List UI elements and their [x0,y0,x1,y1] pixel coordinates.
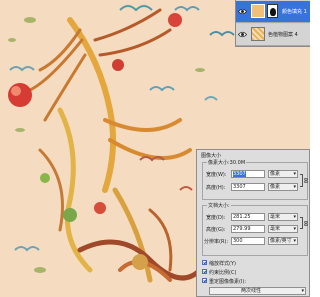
doc-height-input[interactable]: 279.99 [231,225,265,233]
doc-height-unit: 毫米 [270,226,281,232]
layer-label: 色植物图案 4 [268,32,298,38]
image-size-dialog: 图像大小 像素大小:30.0M 宽度(W): 3307 像素 ▾ 高度(H): 3… [196,149,310,297]
pixel-width-input[interactable]: 3307 [231,170,265,178]
chevron-down-icon: ▾ [293,214,296,220]
resolution-input[interactable]: 300 [231,237,265,245]
doc-height-label: 高度(G): [206,227,226,233]
layer-row-pattern[interactable]: 色植物图案 4 [236,24,310,46]
pixel-width-unit-select[interactable]: 像素 ▾ [268,170,298,178]
doc-height-unit-select[interactable]: 毫米 ▾ [268,225,298,233]
doc-width-unit: 毫米 [270,214,281,220]
resample-method-select[interactable]: 两次线性 ▾ [209,287,306,295]
resample-method-value: 两次线性 [241,288,262,294]
doc-width-label: 宽度(D): [206,215,226,221]
layer-label: 颜色填充 1 [282,9,307,15]
document-size-header: 文档大小: [207,202,231,209]
doc-width-input[interactable]: 281.25 [231,213,265,221]
pixel-height-label: 高度(H): [206,185,226,191]
checkbox-checked-icon [202,269,207,274]
pixel-height-input[interactable]: 3307 [231,183,265,191]
chevron-down-icon: ▾ [293,184,296,190]
chain-link-icon [304,221,308,226]
scale-styles-label: 缩放样式(Y) [209,261,236,267]
doc-width-value: 281.25 [233,214,251,220]
resolution-value: 300 [233,238,243,244]
pixel-width-unit: 像素 [270,171,281,177]
pattern-layer-thumbnail [251,27,265,41]
chevron-down-icon: ▾ [293,226,296,232]
checkbox-checked-icon [202,278,207,283]
pixel-dimensions-header: 像素大小:30.0M [207,159,247,166]
resample-label: 重定图像像素(I): [209,279,247,285]
color-fill-thumbnail [251,4,265,18]
pixel-dimensions-group: 像素大小:30.0M 宽度(W): 3307 像素 ▾ 高度(H): 3307 像… [202,159,308,200]
dialog-title: 图像大小 [201,153,222,159]
checkbox-checked-icon [202,260,207,265]
resolution-unit-select[interactable]: 像素/英寸 ▾ [268,237,298,245]
chevron-down-icon: ▾ [293,238,296,244]
pixel-width-value: 3307 [233,171,246,177]
pixel-width-label: 宽度(W): [206,172,227,178]
chevron-down-icon: ▾ [301,288,304,294]
pixel-link-bracket [300,174,303,187]
visibility-eye-icon[interactable] [238,30,247,39]
visibility-eye-icon[interactable] [238,7,247,16]
pixel-height-unit-select[interactable]: 像素 ▾ [268,183,298,191]
pixel-height-value: 3307 [233,184,246,190]
layer-row-color-fill[interactable]: 颜色填充 1 [236,1,310,23]
doc-height-value: 279.99 [233,226,251,232]
doc-width-unit-select[interactable]: 毫米 ▾ [268,213,298,221]
doc-link-bracket [300,217,303,229]
layers-panel: 颜色填充 1 色植物图案 4 [235,0,310,47]
resolution-unit: 像素/英寸 [270,238,292,244]
pixel-height-unit: 像素 [270,184,281,190]
chain-link-icon [304,178,308,183]
chevron-down-icon: ▾ [293,171,296,177]
document-size-group: 文档大小: 宽度(D): 281.25 毫米 ▾ 高度(G): 279.99 毫米… [202,202,308,256]
resolution-label: 分辨率(R): [204,239,229,245]
constrain-proportions-label: 约束比例(C) [209,270,237,276]
layer-mask-thumbnail[interactable] [267,4,278,18]
